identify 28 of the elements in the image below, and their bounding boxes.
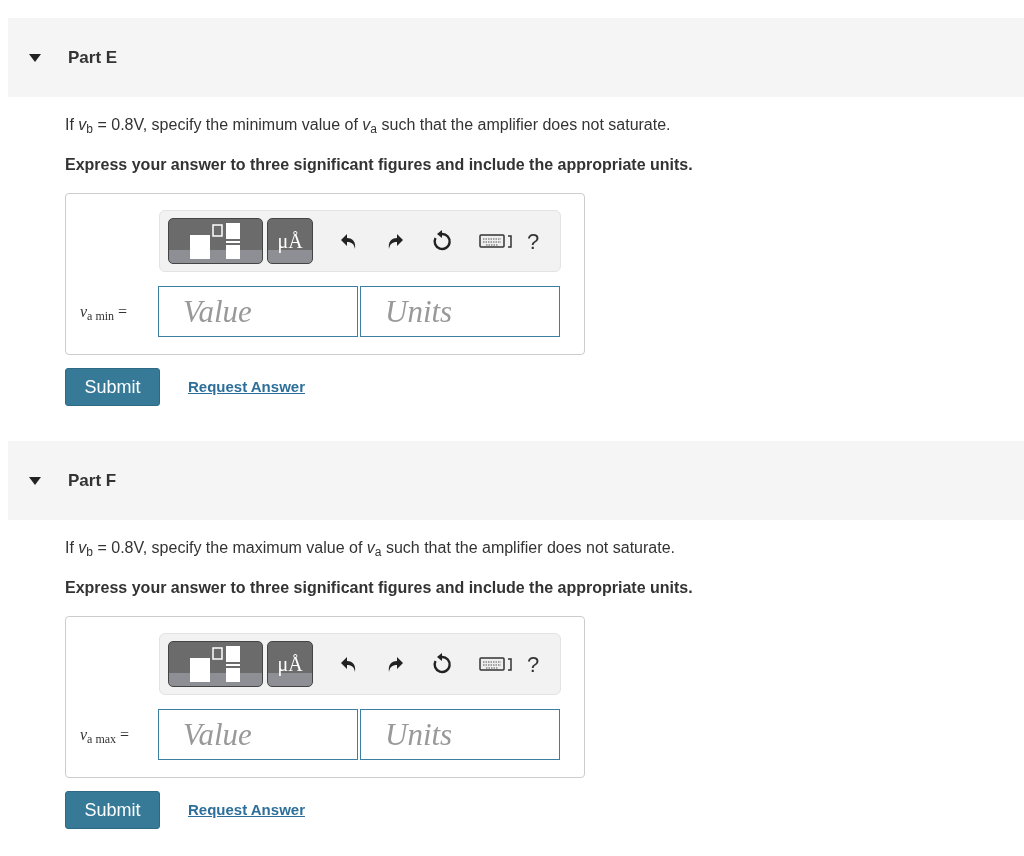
instruction-text: Express your answer to three significant figures and include the appropriate units. (65, 578, 694, 598)
instruction-text: Express your answer to three significant figures and include the appropriate units. (65, 155, 694, 175)
reset-icon[interactable] (431, 653, 453, 675)
question-text: If v$_{b}$ = 0.8V, specify the minimum value of v$_{a}$ such that the amplifier does not saturate. (65, 115, 672, 137)
caret-icon[interactable] (28, 475, 42, 486)
question-text: If v$_{b}$ = 0.8V, specify the maximum value of v$_{a}$ such that the amplifier does not saturate. (65, 538, 676, 560)
reset-icon[interactable] (431, 230, 453, 252)
template-button[interactable] (168, 218, 263, 264)
value-field[interactable]: Value (158, 286, 358, 337)
submit-button[interactable]: Submit (65, 368, 160, 406)
keyboard-icon[interactable] (479, 656, 513, 672)
units-button[interactable]: μÅ (267, 641, 313, 687)
units-button[interactable]: μÅ (267, 218, 313, 264)
caret-icon[interactable] (28, 52, 42, 63)
help-button[interactable]: ? (527, 647, 540, 681)
submit-button[interactable]: Submit (65, 791, 160, 829)
request-answer-link[interactable]: Request Answer (188, 375, 305, 399)
part-title[interactable]: Part F (68, 467, 117, 494)
units-field[interactable]: Units (360, 286, 560, 337)
value-field[interactable]: Value (158, 709, 358, 760)
units-field[interactable]: Units (360, 709, 560, 760)
keyboard-icon[interactable] (479, 233, 513, 249)
answer-label: v$_{a min}$ = (80, 301, 129, 324)
request-answer-link[interactable]: Request Answer (188, 798, 305, 822)
part-title[interactable]: Part E (68, 44, 118, 71)
answer-label: v$_{a max}$ = (80, 724, 131, 747)
template-button[interactable] (168, 641, 263, 687)
help-button[interactable]: ? (527, 224, 540, 258)
